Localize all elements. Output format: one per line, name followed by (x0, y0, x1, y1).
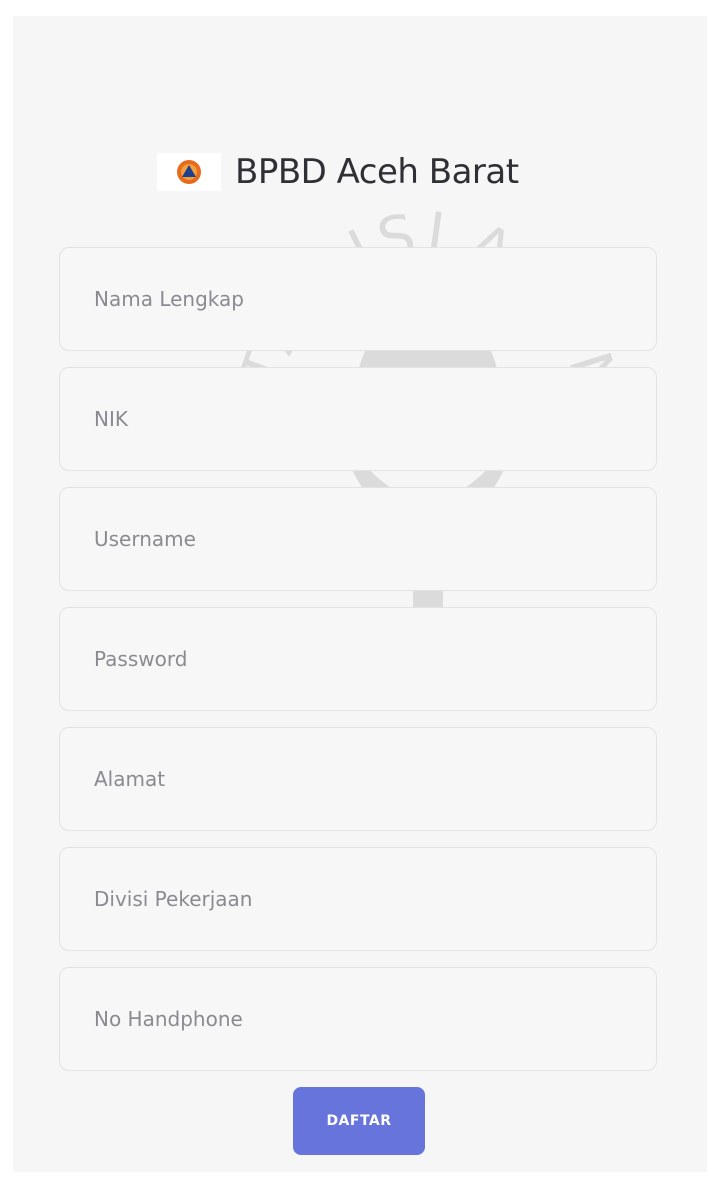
alamat-input[interactable] (60, 728, 656, 830)
registration-page: UNIVERSITAS ISLAM INDONESIA BPBD Aceh Ba… (13, 16, 707, 1172)
no-handphone-input[interactable] (60, 968, 656, 1070)
app-title: BPBD Aceh Barat (235, 152, 519, 192)
password-input[interactable] (60, 608, 656, 710)
nik-input[interactable] (60, 368, 656, 470)
nik-field (59, 367, 657, 471)
username-field (59, 487, 657, 591)
password-field (59, 607, 657, 711)
divisi-pekerjaan-field (59, 847, 657, 951)
bpbd-logo-icon (157, 153, 221, 191)
nama-lengkap-field (59, 247, 657, 351)
nama-lengkap-input[interactable] (60, 248, 656, 350)
divisi-pekerjaan-input[interactable] (60, 848, 656, 950)
alamat-field (59, 727, 657, 831)
username-input[interactable] (60, 488, 656, 590)
daftar-button[interactable]: DAFTAR (293, 1087, 425, 1155)
brand-header: BPBD Aceh Barat (157, 142, 519, 202)
no-handphone-field (59, 967, 657, 1071)
